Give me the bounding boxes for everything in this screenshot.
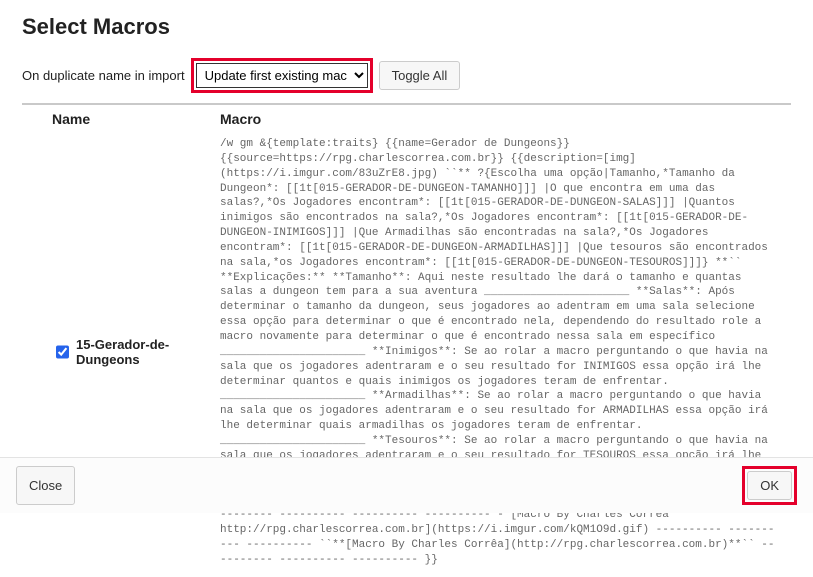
table-header-row: Name Macro [22, 105, 791, 133]
row-checkbox[interactable] [56, 345, 69, 359]
col-header-macro: Macro [220, 111, 791, 127]
duplicate-label: On duplicate name in import [22, 68, 185, 83]
col-header-name: Name [52, 111, 220, 127]
close-button[interactable]: Close [16, 466, 75, 505]
duplicate-select[interactable]: Update first existing macro with n [196, 63, 368, 88]
duplicate-select-highlight: Update first existing macro with n [191, 58, 373, 93]
ok-button[interactable]: OK [747, 471, 792, 500]
toggle-all-button[interactable]: Toggle All [379, 61, 461, 90]
ok-button-highlight: OK [742, 466, 797, 505]
row-name-label: 15-Gerador-de-Dungeons [76, 337, 220, 367]
dialog-title: Select Macros [22, 14, 791, 40]
dialog-footer: Close OK [0, 457, 813, 513]
